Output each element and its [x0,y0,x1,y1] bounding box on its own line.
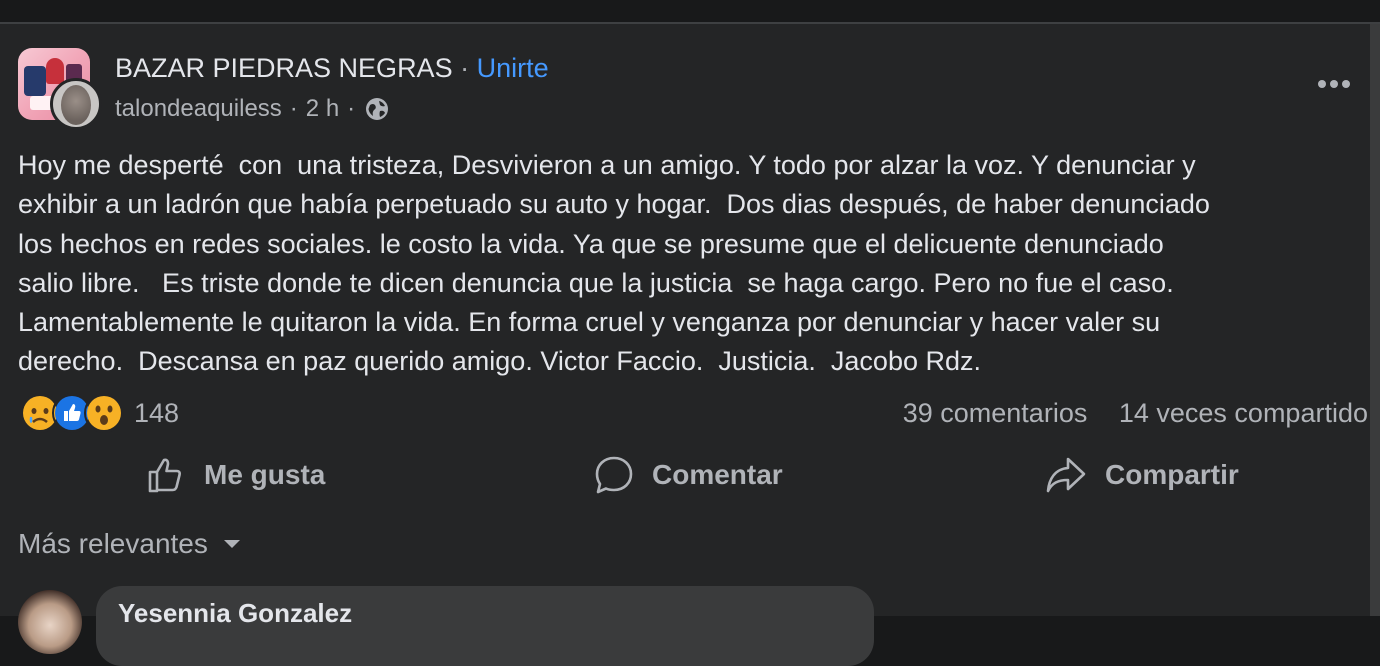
separator-dot: · [460,53,470,83]
globe-icon[interactable] [365,97,389,121]
share-label: Compartir [1105,459,1239,490]
reaction-count: 148 [134,397,180,428]
blurred-face [61,85,91,125]
post-meta: talondeaquiless · 2 h · [115,94,389,124]
comment-sort-dropdown[interactable]: Más relevantes [18,526,242,562]
comment-label: Comentar [652,459,783,490]
caret-down-icon [223,540,240,548]
like-button[interactable]: Me gusta [146,450,325,500]
more-horizontal-icon[interactable] [1314,72,1354,96]
author-name-link[interactable]: talondeaquiless [115,94,282,124]
avatar-figure [46,58,64,84]
like-label: Me gusta [204,459,326,490]
join-group-button[interactable]: Unirte [477,53,549,83]
avatar-figure [24,66,46,96]
sort-label: Más relevantes [18,528,208,559]
wow-reaction-icon [84,393,124,433]
thumbs-up-icon [148,458,181,493]
scrollbar[interactable] [1370,24,1380,616]
comment-button[interactable]: Comentar [594,450,783,500]
commenter-avatar[interactable] [18,590,82,654]
separator-dot: · [289,95,298,122]
reactions-summary[interactable]: 148 [20,393,180,433]
group-name-link[interactable]: BAZAR PIEDRAS NEGRAS [115,53,453,83]
share-icon [1046,457,1086,493]
post-header: BAZAR PIEDRAS NEGRAS · Unirte [115,52,549,84]
separator-dot: · [347,95,356,122]
top-bar [0,0,1380,24]
shares-count-link[interactable]: 14 veces compartido [1119,398,1368,428]
post-time-link[interactable]: 2 h [306,94,339,124]
post-body-text: Hoy me desperté con una tristeza, Desviv… [18,150,1210,377]
author-avatar[interactable] [50,78,102,130]
comments-count-link[interactable]: 39 comentarios [903,398,1088,428]
share-button[interactable]: Compartir [1045,450,1239,500]
comment-icon [595,456,633,494]
commenter-name-link[interactable]: Yesennia Gonzalez [118,598,352,629]
post-stats: 39 comentarios 14 veces compartido [903,396,1368,430]
